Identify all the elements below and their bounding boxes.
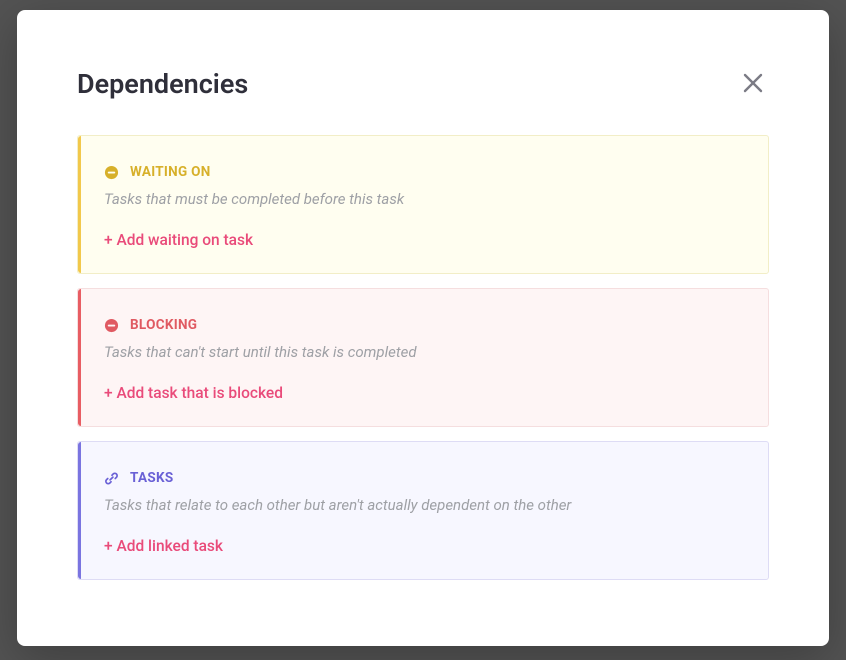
add-blocking-button[interactable]: + Add task that is blocked (104, 384, 283, 402)
section-label: TASKS (130, 470, 173, 486)
close-button[interactable] (737, 68, 769, 100)
section-blocking: BLOCKING Tasks that can't start until th… (77, 288, 769, 427)
modal-header: Dependencies (77, 68, 769, 100)
section-header: TASKS (104, 470, 742, 486)
link-icon (104, 471, 119, 486)
section-header: WAITING ON (104, 164, 742, 180)
close-icon (741, 71, 765, 98)
dependencies-modal: Dependencies WAITING ON Tasks that must … (17, 10, 829, 646)
section-description: Tasks that relate to each other but aren… (104, 496, 742, 514)
modal-title: Dependencies (77, 68, 248, 100)
section-label: BLOCKING (130, 317, 197, 333)
add-waiting-on-button[interactable]: + Add waiting on task (104, 231, 253, 249)
minus-circle-icon (104, 318, 119, 333)
add-linked-task-button[interactable]: + Add linked task (104, 537, 223, 555)
section-header: BLOCKING (104, 317, 742, 333)
section-description: Tasks that must be completed before this… (104, 190, 742, 208)
section-linked-tasks: TASKS Tasks that relate to each other bu… (77, 441, 769, 580)
section-description: Tasks that can't start until this task i… (104, 343, 742, 361)
section-label: WAITING ON (130, 164, 211, 180)
section-waiting-on: WAITING ON Tasks that must be completed … (77, 135, 769, 274)
minus-circle-icon (104, 165, 119, 180)
